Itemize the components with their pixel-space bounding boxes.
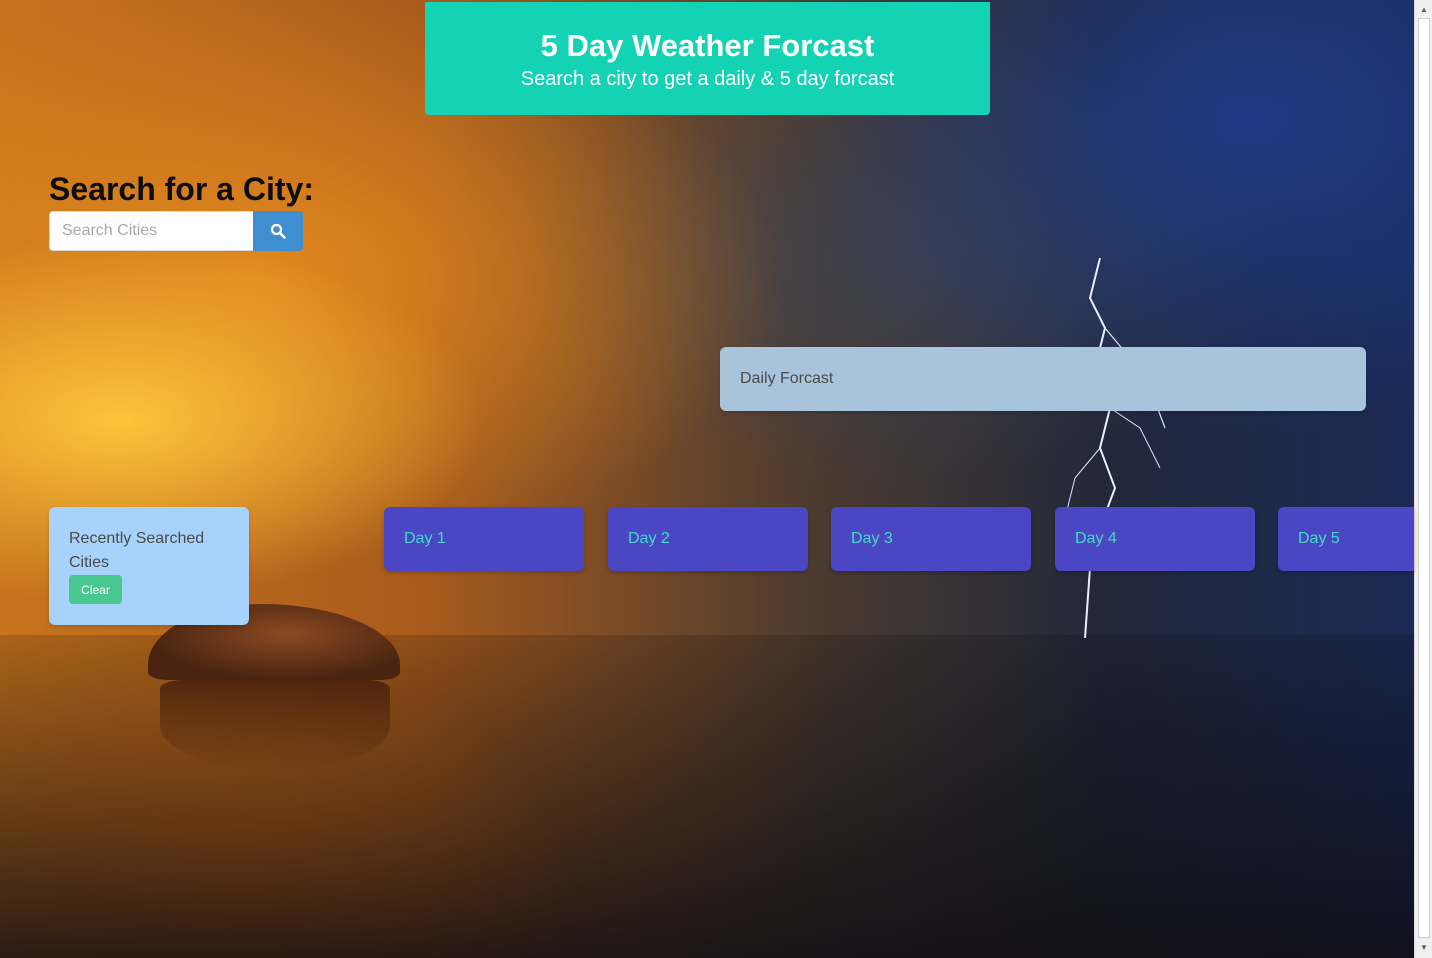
search-input[interactable] — [49, 211, 254, 251]
recent-searches-box: Recently Searched Cities Clear — [49, 507, 249, 625]
day-card-3: Day 3 — [831, 507, 1031, 571]
search-heading: Search for a City: — [49, 171, 314, 207]
scroll-up-icon[interactable]: ▲ — [1415, 2, 1432, 18]
recent-searches-title: Recently Searched Cities — [69, 530, 205, 571]
daily-forecast-box: Daily Forcast — [720, 347, 1366, 411]
search-icon — [270, 223, 286, 239]
scrollbar-thumb[interactable] — [1418, 18, 1430, 938]
vertical-scrollbar[interactable]: ▲ ▼ — [1414, 0, 1432, 958]
day-card-5: Day 5 — [1278, 507, 1414, 571]
lightning-bolt — [1064, 258, 1166, 638]
scroll-down-icon[interactable]: ▼ — [1415, 940, 1432, 956]
day-card-1: Day 1 — [384, 507, 584, 571]
hero-banner: 5 Day Weather Forcast Search a city to g… — [425, 2, 990, 115]
page-subtitle: Search a city to get a daily & 5 day for… — [520, 68, 895, 90]
island-reflection — [160, 680, 390, 770]
background-image — [0, 0, 1414, 958]
day-card-2: Day 2 — [608, 507, 808, 571]
page-title: 5 Day Weather Forcast — [540, 28, 875, 63]
search-button[interactable] — [253, 211, 303, 251]
day-card-4: Day 4 — [1055, 507, 1255, 571]
clear-button[interactable]: Clear — [69, 575, 122, 604]
